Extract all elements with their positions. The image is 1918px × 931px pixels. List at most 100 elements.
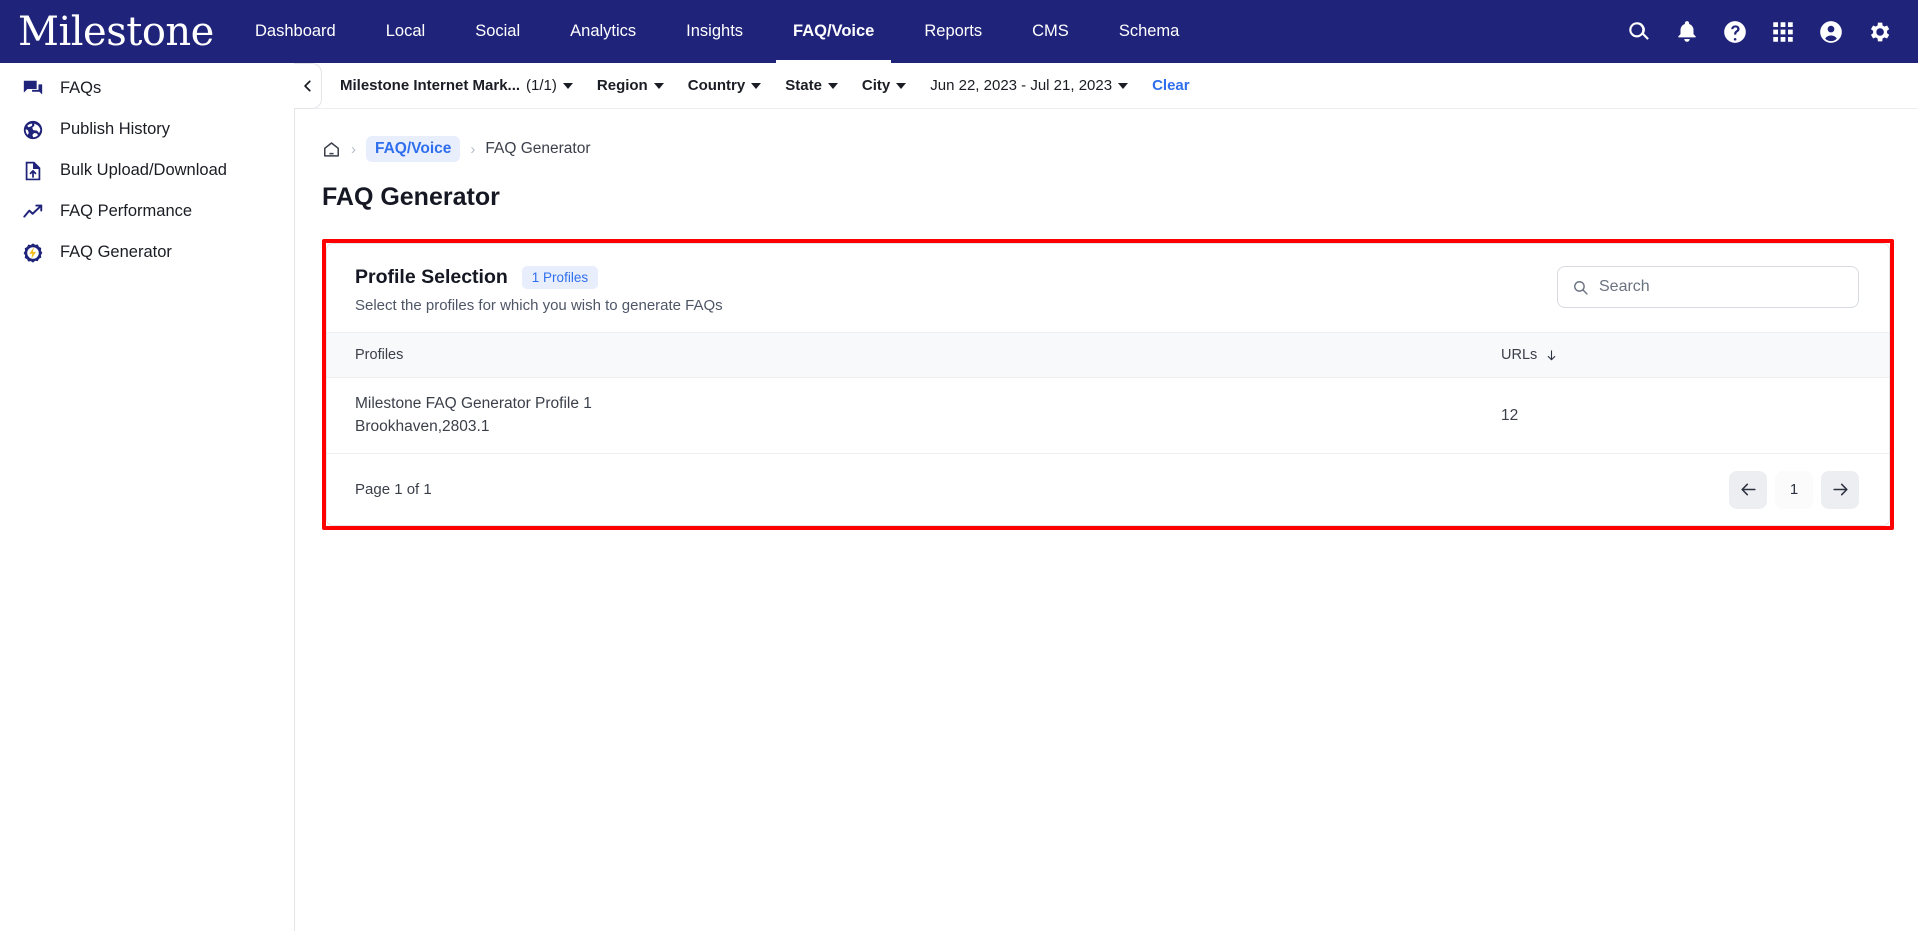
column-header-profiles[interactable]: Profiles [327,332,1479,378]
column-header-profiles-label: Profiles [355,347,404,363]
clear-filters-button[interactable]: Clear [1140,77,1202,94]
nav-item-reports[interactable]: Reports [899,0,1007,63]
filter-account-label: Milestone Internet Mark... [340,77,521,94]
profiles-count-badge: 1 Profiles [521,266,599,289]
account-icon[interactable] [1818,19,1844,45]
sidebar-collapse-button[interactable] [294,63,322,109]
sidebar-item-publish-history[interactable]: Publish History [0,109,294,150]
filter-country-label: Country [687,77,746,94]
pagination-controls: 1 [1729,470,1859,509]
profile-location: Brookhaven,2803.1 [355,418,490,435]
top-navigation-bar: Milestone Dashboard Local Social Analyti… [0,0,1918,63]
sidebar-item-faqs[interactable]: FAQs [0,68,294,109]
chat-bubbles-icon [23,80,43,94]
search-icon[interactable] [1626,19,1652,45]
sidebar-item-faq-generator[interactable]: FAQ Generator [0,232,294,273]
sidebar: FAQs Publish History Bulk Upload/Downloa… [0,63,295,931]
filter-state[interactable]: State [773,77,850,94]
sidebar-item-label: Bulk Upload/Download [60,161,227,179]
arrow-right-icon [1832,483,1848,496]
search-box[interactable] [1557,266,1859,308]
sidebar-item-label: FAQs [60,79,102,97]
filter-region-label: Region [596,77,648,94]
nav-item-cms[interactable]: CMS [1007,0,1094,63]
sidebar-item-bulk-upload-download[interactable]: Bulk Upload/Download [0,150,294,191]
search-icon [1574,280,1588,295]
header-icon-group [1626,19,1918,45]
primary-nav: Dashboard Local Social Analytics Insight… [230,0,1204,63]
help-icon[interactable] [1722,19,1748,45]
column-header-urls-label: URLs [1501,347,1538,363]
chevron-down-icon [1118,82,1129,89]
profiles-table: Profiles URLs Milestone FAQ Generator Pr… [327,332,1889,454]
chevron-down-icon [653,82,664,89]
filter-date-range-label: Jun 22, 2023 - Jul 21, 2023 [930,77,1113,94]
card-footer: Page 1 of 1 1 [327,454,1889,525]
profile-name: Milestone FAQ Generator Profile 1 [355,395,592,412]
gear-bolt-icon [23,242,43,263]
file-upload-icon [25,161,41,180]
page-indicator-text: Page 1 of 1 [355,481,432,498]
card-header-text: Profile Selection 1 Profiles Select the … [355,266,1557,314]
search-input[interactable] [1599,278,1844,296]
breadcrumb: › FAQ/Voice › FAQ Generator [322,136,1878,162]
table-header-row: Profiles URLs [327,332,1889,378]
main-content: › FAQ/Voice › FAQ Generator FAQ Generato… [295,109,1918,931]
table-body: Milestone FAQ Generator Profile 1 Brookh… [327,377,1889,454]
sidebar-item-label: FAQ Generator [60,243,172,261]
nav-item-dashboard[interactable]: Dashboard [230,0,361,63]
milestone-logo[interactable]: Milestone [0,12,230,52]
filter-group: Milestone Internet Mark... (1/1) Region … [295,77,1202,94]
table-row[interactable]: Milestone FAQ Generator Profile 1 Brookh… [327,377,1889,454]
arrow-left-icon [1740,483,1756,496]
chevron-down-icon [827,82,838,89]
filter-account-count: (1/1) [526,77,557,94]
nav-item-insights[interactable]: Insights [661,0,768,63]
filter-country[interactable]: Country [676,77,774,94]
cell-profile: Milestone FAQ Generator Profile 1 Brookh… [327,377,1479,454]
globe-icon [23,120,43,139]
profile-selection-highlight: Profile Selection 1 Profiles Select the … [322,239,1894,530]
chevron-left-icon [303,80,311,92]
card-title: Profile Selection [355,266,508,288]
current-page-number[interactable]: 1 [1775,470,1813,509]
filter-city-label: City [861,77,891,94]
card-header: Profile Selection 1 Profiles Select the … [327,244,1889,332]
apps-grid-icon[interactable] [1770,19,1796,45]
filter-date-range[interactable]: Jun 22, 2023 - Jul 21, 2023 [918,77,1140,94]
trending-up-icon [23,204,43,218]
nav-item-schema[interactable]: Schema [1094,0,1205,63]
cell-urls: 12 [1479,377,1889,454]
sidebar-item-label: Publish History [60,120,171,138]
bell-icon[interactable] [1674,19,1700,45]
nav-item-faq-voice[interactable]: FAQ/Voice [768,0,899,63]
sidebar-item-label: FAQ Performance [60,202,193,220]
card-subtitle: Select the profiles for which you wish t… [355,297,723,314]
chevron-down-icon [896,82,907,89]
breadcrumb-current: FAQ Generator [485,140,591,157]
sidebar-item-faq-performance[interactable]: FAQ Performance [0,191,294,232]
previous-page-button[interactable] [1729,470,1767,509]
next-page-button[interactable] [1821,470,1859,509]
filter-region[interactable]: Region [585,77,676,94]
settings-gear-icon[interactable] [1866,19,1892,45]
filter-state-label: State [785,77,822,94]
card-title-row: Profile Selection 1 Profiles [355,266,1557,289]
breadcrumb-separator: › [470,140,476,158]
column-header-urls[interactable]: URLs [1479,332,1889,378]
filter-account[interactable]: Milestone Internet Mark... (1/1) [328,77,585,94]
breadcrumb-link-faq-voice[interactable]: FAQ/Voice [366,136,461,162]
filter-bar: Milestone Internet Mark... (1/1) Region … [294,63,1918,109]
nav-item-local[interactable]: Local [361,0,450,63]
page-title: FAQ Generator [322,183,500,211]
breadcrumb-separator: › [351,140,356,158]
home-icon[interactable] [322,140,341,159]
chevron-down-icon [751,82,762,89]
nav-item-analytics[interactable]: Analytics [545,0,661,63]
table-head: Profiles URLs [327,332,1889,378]
nav-item-social[interactable]: Social [450,0,545,63]
chevron-down-icon [562,82,573,89]
filter-city[interactable]: City [850,77,918,94]
sort-descending-icon [1547,349,1556,360]
profile-selection-card: Profile Selection 1 Profiles Select the … [326,243,1890,526]
